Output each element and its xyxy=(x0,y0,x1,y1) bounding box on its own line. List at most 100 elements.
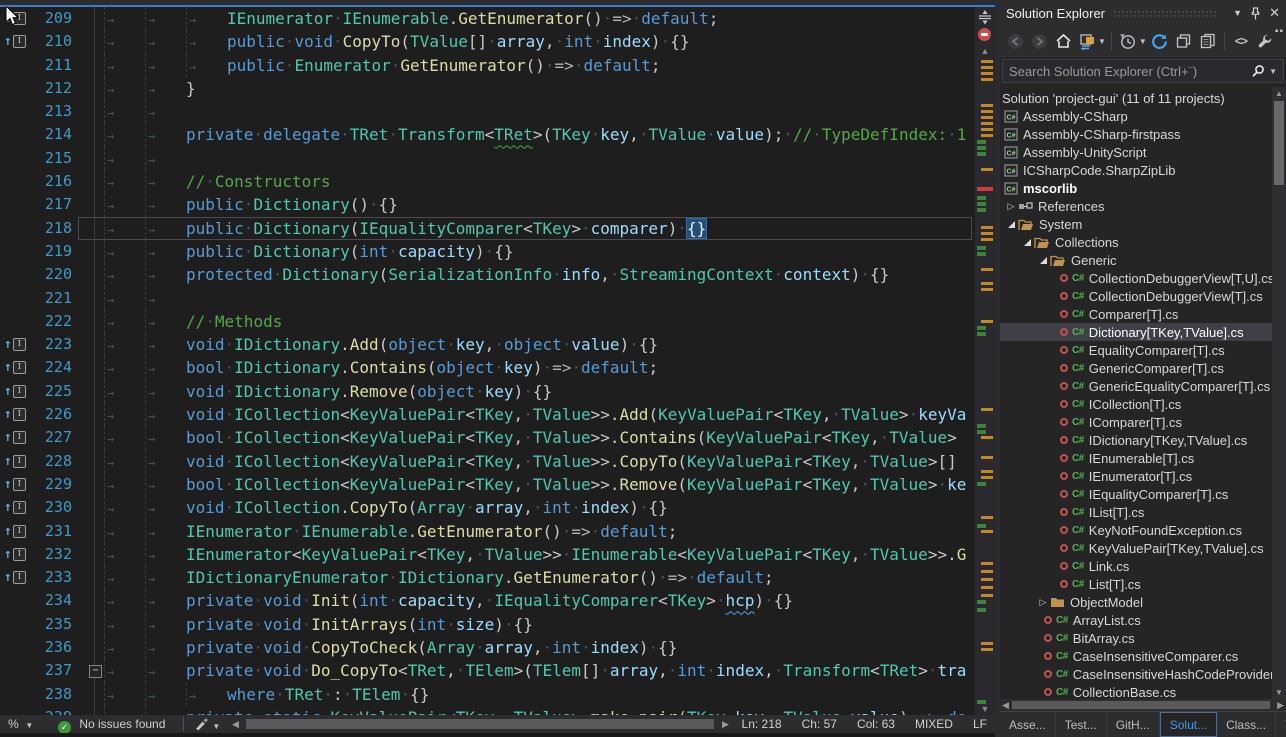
tree-item[interactable]: C#IDictionary[TKey,TValue].cs xyxy=(1000,431,1272,449)
tree-item[interactable]: C#CaseInsensitiveComparer.cs xyxy=(1000,647,1272,665)
chevron-down-icon[interactable]: ▼ xyxy=(1139,37,1147,46)
code-line-232[interactable]: ↑I232→→IEnumerator<KeyValuePair<TKey,·TV… xyxy=(0,543,975,566)
code-line-228[interactable]: ↑I228→→void·ICollection<KeyValuePair<TKe… xyxy=(0,450,975,473)
code-line-209[interactable]: ↑I209→→→IEnumerator·IEnumerable.GetEnume… xyxy=(0,7,975,30)
tree-item[interactable]: C#List[T].cs xyxy=(1000,575,1272,593)
search-input[interactable]: Search Solution Explorer (Ctrl+¨) ▼ xyxy=(1002,59,1284,83)
tree-item[interactable]: System xyxy=(1000,215,1272,233)
code-line-227[interactable]: ↑I227→→bool·ICollection<KeyValuePair<TKe… xyxy=(0,426,975,449)
solution-explorer-header[interactable]: Solution Explorer ▼ ✕ xyxy=(1000,0,1286,26)
code-line-212[interactable]: 212→→} xyxy=(0,77,975,100)
scrollbar-thumb[interactable] xyxy=(1012,701,1270,709)
scrollbar-thumb[interactable] xyxy=(1274,101,1284,185)
code-line-219[interactable]: 219→→public·Dictionary(int·capacity)·{} xyxy=(0,240,975,263)
scroll-up-arrow-icon[interactable]: ▲ xyxy=(975,46,995,56)
tree-item[interactable]: C#Assembly-CSharp xyxy=(1000,107,1272,125)
tree-item[interactable]: Generic xyxy=(1000,251,1272,269)
window-position-menu-icon[interactable]: ▼ xyxy=(1233,8,1242,18)
preview-selected-icon[interactable] xyxy=(1197,30,1219,52)
hscroll-left-arrow-icon[interactable]: ◀ xyxy=(232,719,239,730)
code-line-215[interactable]: 215→→ xyxy=(0,147,975,170)
panel-tab-asse[interactable]: Asse... xyxy=(1000,712,1056,737)
panel-tab-solut[interactable]: Solut... xyxy=(1160,712,1217,737)
tree-vertical-scrollbar[interactable]: ▲ ▼ xyxy=(1272,87,1286,699)
tree-item[interactable]: C#CaseInsensitiveHashCodeProvider.cs xyxy=(1000,665,1272,683)
code-line-222[interactable]: 222→→//·Methods xyxy=(0,310,975,333)
scroll-up-arrow-icon[interactable]: ▲ xyxy=(1272,89,1286,98)
tree-item[interactable]: C#KeyValuePair[TKey,TValue].cs xyxy=(1000,539,1272,557)
zoom-level-control[interactable]: % ▼ xyxy=(8,717,33,731)
panel-tab-class[interactable]: Class... xyxy=(1217,712,1276,737)
scroll-down-arrow-icon[interactable]: ▼ xyxy=(1272,688,1286,697)
close-icon[interactable]: ✕ xyxy=(1269,5,1280,21)
code-line-221[interactable]: 221→→ xyxy=(0,287,975,310)
properties-icon[interactable] xyxy=(1254,30,1276,52)
tree-item[interactable]: C#CollectionDebuggerView[T,U].cs xyxy=(1000,269,1272,287)
code-line-226[interactable]: ↑I226→→void·ICollection<KeyValuePair<TKe… xyxy=(0,403,975,426)
splitter-handle-icon[interactable] xyxy=(977,9,993,25)
chevron-down-icon[interactable]: ▼ xyxy=(1269,67,1277,76)
code-line-229[interactable]: ↑I229→→bool·ICollection<KeyValuePair<TKe… xyxy=(0,473,975,496)
tree-item[interactable]: C#IEqualityComparer[T].cs xyxy=(1000,485,1272,503)
scroll-down-arrow-icon[interactable]: ▼ xyxy=(975,704,995,714)
fold-collapse-box[interactable]: − xyxy=(89,665,102,678)
tree-item[interactable]: C#CollectionDebuggerView[T].cs xyxy=(1000,287,1272,305)
tree-item[interactable]: C#ICSharpCode.SharpZipLib xyxy=(1000,161,1272,179)
tree-item[interactable]: C#GenericComparer[T].cs xyxy=(1000,359,1272,377)
collapsed-arrow-icon[interactable]: ▷ xyxy=(1036,597,1050,608)
tree-item[interactable]: C#IList[T].cs xyxy=(1000,503,1272,521)
toolbar-overflow-icon[interactable]: ▪▪ xyxy=(1275,26,1284,37)
code-line-233[interactable]: ↑I233→→IDictionaryEnumerator·IDictionary… xyxy=(0,566,975,589)
editor-vertical-scrollbar[interactable]: ▲ ▼ xyxy=(975,7,995,716)
code-line-216[interactable]: 216→→//·Constructors xyxy=(0,170,975,193)
hscroll-right-arrow-icon[interactable]: ▶ xyxy=(722,719,729,730)
tree-item[interactable]: C#Comparer[T].cs xyxy=(1000,305,1272,323)
status-line-ending[interactable]: LF xyxy=(973,717,987,731)
collapse-all-icon[interactable] xyxy=(1173,30,1195,52)
tree-item[interactable]: C#GenericEqualityComparer[T].cs xyxy=(1000,377,1272,395)
tree-item[interactable]: C#EqualityComparer[T].cs xyxy=(1000,341,1272,359)
search-icon[interactable] xyxy=(1251,64,1265,78)
drag-grip[interactable] xyxy=(1113,10,1217,17)
tree-item[interactable]: C#mscorlib xyxy=(1000,179,1272,197)
tree-item[interactable]: C#ICollection[T].cs xyxy=(1000,395,1272,413)
code-line-214[interactable]: 214→→private·delegate·TRet·Transform<TRe… xyxy=(0,123,975,146)
code-line-210[interactable]: ↑I210→→→public·void·CopyTo(TValue[]·arra… xyxy=(0,30,975,53)
tree-item[interactable]: C#Link.cs xyxy=(1000,557,1272,575)
code-line-223[interactable]: ↑I223→→void·IDictionary.Add(object·key,·… xyxy=(0,333,975,356)
tree-item[interactable]: ▷ObjectModel xyxy=(1000,593,1272,611)
code-line-211[interactable]: 211→→→public·Enumerator·GetEnumerator()·… xyxy=(0,54,975,77)
code-line-218[interactable]: 218→→public·Dictionary(IEqualityComparer… xyxy=(0,217,975,240)
tree-item[interactable]: Solution 'project-gui' (11 of 11 project… xyxy=(1000,89,1272,107)
code-line-213[interactable]: 213→→ xyxy=(0,100,975,123)
panel-tab-test[interactable]: Test... xyxy=(1056,712,1107,737)
code-line-220[interactable]: 220→→protected·Dictionary(SerializationI… xyxy=(0,263,975,286)
changes-filter-icon[interactable] xyxy=(1117,30,1139,52)
code-line-238[interactable]: 238→→→where·TRet·:·TElem·{} xyxy=(0,683,975,706)
tree-item[interactable]: C#BitArray.cs xyxy=(1000,629,1272,647)
expanded-arrow-icon[interactable] xyxy=(1036,257,1050,264)
tree-item[interactable]: C#IComparer[T].cs xyxy=(1000,413,1272,431)
code-line-231[interactable]: ↑I231→→IEnumerator·IEnumerable.GetEnumer… xyxy=(0,520,975,543)
hscroll-right-arrow-icon[interactable]: ▶ xyxy=(1277,700,1284,711)
tree-item-selected[interactable]: C#Dictionary[TKey,TValue].cs xyxy=(1000,323,1272,341)
tree-item[interactable]: ▷References xyxy=(1000,197,1272,215)
view-code-icon[interactable]: <> xyxy=(1230,30,1252,52)
code-line-234[interactable]: 234→→private·void·Init(int·capacity,·IEq… xyxy=(0,589,975,612)
tree-horizontal-scrollbar[interactable]: ◀ ▶ xyxy=(1000,699,1286,711)
tree-item[interactable]: C#IEnumerator[T].cs xyxy=(1000,467,1272,485)
home-icon[interactable] xyxy=(1052,30,1074,52)
tree-item[interactable]: Collections xyxy=(1000,233,1272,251)
tree-item[interactable]: C#Assembly-CSharp-firstpass xyxy=(1000,125,1272,143)
pin-icon[interactable] xyxy=(1250,7,1261,20)
issues-indicator[interactable]: ✓ No issues found xyxy=(58,717,165,734)
expanded-arrow-icon[interactable] xyxy=(1004,221,1018,228)
expanded-arrow-icon[interactable] xyxy=(1020,239,1034,246)
tree-item[interactable]: C#IEnumerable[T].cs xyxy=(1000,449,1272,467)
editor-horizontal-scrollbar[interactable] xyxy=(246,719,714,729)
status-indent-mode[interactable]: MIXED xyxy=(915,717,953,731)
tree-item[interactable]: C#KeyNotFoundException.cs xyxy=(1000,521,1272,539)
code-line-225[interactable]: ↑I225→→void·IDictionary.Remove(object·ke… xyxy=(0,380,975,403)
refresh-icon[interactable] xyxy=(1149,30,1171,52)
code-line-235[interactable]: 235→→private·void·InitArrays(int·size)·{… xyxy=(0,613,975,636)
